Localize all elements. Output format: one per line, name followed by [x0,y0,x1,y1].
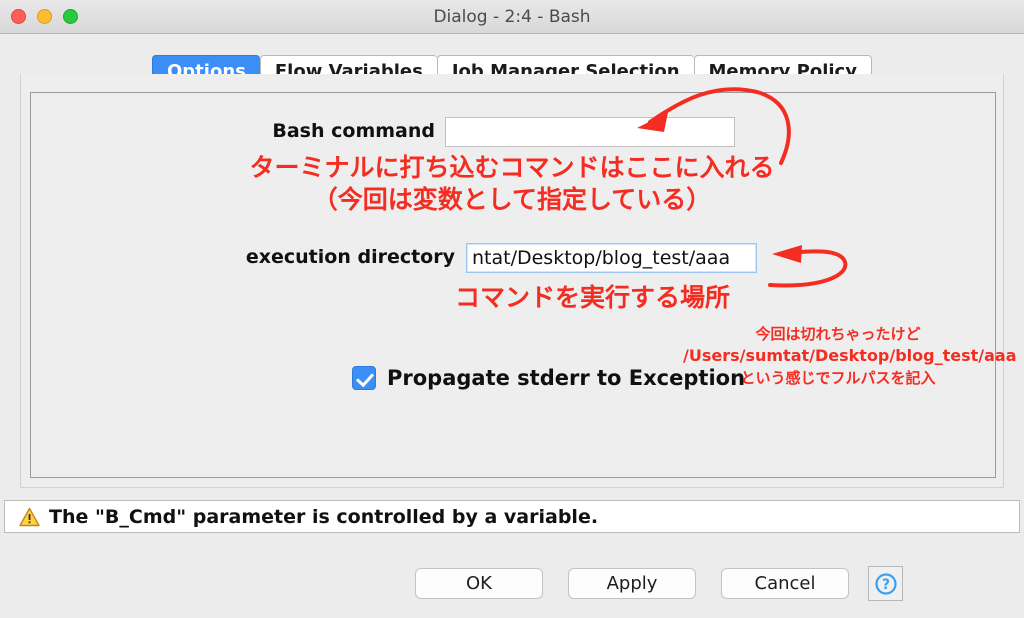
warning-triangle-icon [19,507,40,526]
help-circle-icon: ? [874,572,897,595]
annotation-bash-command-line2: （今回は変数として指定している） [312,185,712,214]
cancel-button[interactable]: Cancel [721,568,849,599]
annotation-fullpath-line2: /Users/sumtat/Desktop/blog_test/aaa [683,346,1017,365]
bash-command-input[interactable] [445,117,735,147]
annotation-fullpath-line3: という感じでフルパスを記入 [740,369,936,387]
button-bar: OK Apply Cancel ? [0,566,1024,604]
execution-directory-label: execution directory [245,246,455,268]
title-bar: Dialog - 2:4 - Bash [0,0,1024,34]
annotation-bash-command: ターミナルに打ち込むコマンドはここに入れる （今回は変数として指定している） [0,152,1024,216]
annotation-fullpath-line1: 今回は切れちゃったけど [755,325,921,343]
annotation-execution-directory: コマンドを実行する場所 [455,283,731,312]
apply-button[interactable]: Apply [568,568,696,599]
ok-button[interactable]: OK [415,568,543,599]
warning-bar: The "B_Cmd" parameter is controlled by a… [4,500,1020,533]
warning-message: The "B_Cmd" parameter is controlled by a… [49,505,599,528]
help-button[interactable]: ? [868,566,903,601]
svg-text:?: ? [881,577,889,593]
dialog-window: Dialog - 2:4 - Bash Options Flow Variabl… [0,0,1024,618]
annotation-bash-command-line1: ターミナルに打ち込むコマンドはここに入れる [249,153,775,182]
bash-command-label: Bash command [272,120,435,142]
propagate-stderr-checkbox[interactable] [352,366,376,390]
window-title: Dialog - 2:4 - Bash [433,7,591,27]
execution-directory-input[interactable] [466,243,757,273]
annotation-fullpath: 今回は切れちゃったけど /Users/sumtat/Desktop/blog_t… [683,323,1017,389]
